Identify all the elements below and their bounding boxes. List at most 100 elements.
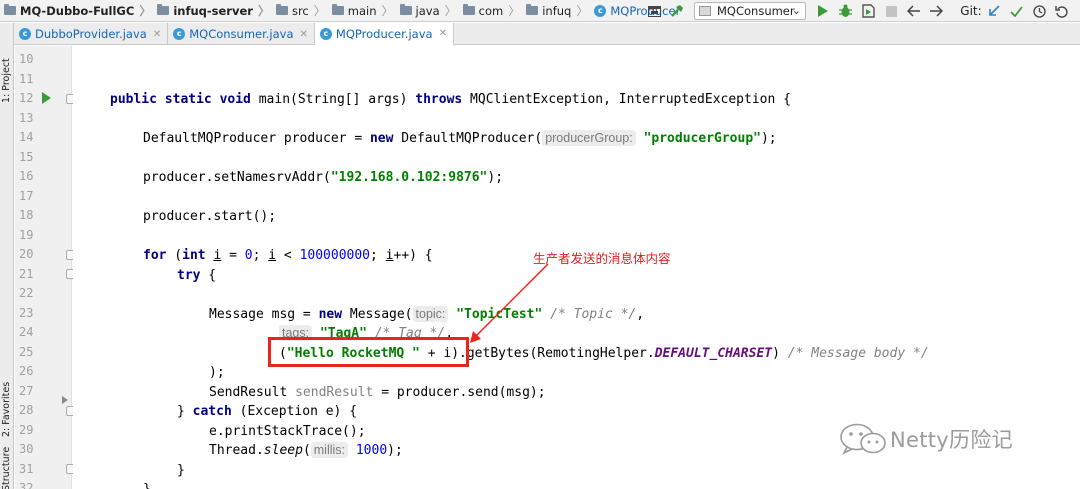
line-number: 17 [19,188,34,203]
tab-mq-consumer[interactable]: c MQConsumer.java ✕ [168,23,315,45]
navigation-bar: MQ-Dubbo-FullGC 〉 infuq-server 〉 src 〉 main… [0,0,1080,22]
run-configuration-select[interactable]: MQConsumer ⌄ [694,2,806,20]
code-line-26: ); [209,365,225,380]
class-icon: c [173,28,186,40]
breadcrumb-module[interactable]: infuq-server 〉 [153,0,272,22]
code-line-18: producer.start(); [143,209,277,224]
code-line-21: try { [177,267,217,283]
project-panel-tab[interactable]: 1: Project [1,31,13,103]
watermark: Netty历险记 [838,422,1013,456]
back-icon[interactable] [906,3,922,19]
folder-icon [275,4,288,15]
tab-dubbo-provider[interactable]: c DubboProvider.java ✕ [14,23,169,45]
tab-mq-producer[interactable]: c MQProducer.java ✕ [314,23,454,46]
chevron-right-icon: 〉 [313,4,326,18]
layout-icon[interactable] [647,3,661,19]
breadcrumb-folder-src[interactable]: src 〉 [272,0,328,22]
breadcrumb-folder-infuq[interactable]: infuq 〉 [522,0,590,22]
code-line-12: public static void main(String[] args) t… [110,92,791,107]
code-line-28: } catch (Exception e) { [177,404,358,419]
line-number: 19 [19,227,34,242]
line-number: 16 [19,169,34,183]
wechat-icon [840,423,886,455]
hammer-icon[interactable] [669,3,685,19]
code-line-30: Thread.sleep(millis: 1000); [209,442,403,458]
breadcrumb-folder-java[interactable]: java 〉 [396,0,459,22]
chevron-right-icon: 〉 [381,4,394,18]
line-number: 21 [19,266,34,281]
class-icon: c [19,28,31,40]
folder-icon [399,4,412,15]
code-line-31: } [177,462,185,478]
commit-icon[interactable] [1009,3,1023,19]
folder-icon [4,4,16,15]
code-line-14: DefaultMQProducer producer = new Default… [143,130,777,146]
history-icon[interactable] [1031,3,1047,19]
breadcrumb-folder-main[interactable]: main 〉 [328,0,396,22]
line-number: 26 [19,364,34,378]
chevron-right-icon: 〉 [444,4,457,18]
run-main-icon[interactable] [42,92,51,104]
close-icon[interactable]: ✕ [439,28,447,39]
annotation-label: 生产者发送的消息体内容 [533,251,671,266]
line-number: 18 [19,208,34,222]
coverage-icon[interactable] [860,3,876,19]
breadcrumb-folder-com[interactable]: com 〉 [459,0,523,22]
breadcrumb-project[interactable]: MQ-Dubbo-FullGC 〉 [0,0,153,22]
line-number: 24 [19,325,34,339]
folder-icon [462,4,475,15]
line-number: 27 [19,383,34,398]
chevron-right-icon: 〉 [508,4,521,18]
line-number: 14 [19,130,34,144]
highlight-box [268,337,469,367]
update-icon[interactable] [987,3,1001,19]
code-line-29: e.printStackTrace(); [209,423,366,439]
line-number: 15 [19,149,34,164]
chevron-right-icon: 〉 [257,4,270,18]
line-number: 23 [19,305,34,320]
param-hint: topic: [412,305,449,322]
param-hint: millis: [310,442,349,458]
line-number: 30 [19,442,34,456]
code-line-16: producer.setNamesrvAddr("192.168.0.102:9… [143,170,504,185]
line-number: 29 [19,422,34,437]
watermark-text: Netty历险记 [890,428,1013,452]
chevron-right-icon: 〉 [576,4,589,18]
favorites-panel-tab[interactable]: 2: Favorites [1,353,13,437]
line-number: 28 [19,403,34,417]
editor-tab-bar: c DubboProvider.java ✕ c MQConsumer.java ✕ c… [14,23,1080,46]
stop-icon[interactable] [884,3,898,19]
code-line-20: for (int i = 0; i < 100000000; i++) { [143,248,433,263]
code-line-32: } [143,480,151,489]
fold-marker-icon [62,396,68,404]
line-number: 32 [19,481,34,489]
code-line-23: Message msg = new Message(topic: "TopicT… [209,305,645,322]
debug-icon[interactable] [837,3,853,19]
chevron-down-icon: ⌄ [791,4,801,17]
class-icon: c [594,4,607,17]
rollback-icon[interactable] [1053,3,1069,19]
folder-icon [157,4,170,15]
param-hint: producerGroup: [542,130,636,146]
folder-icon [526,4,539,15]
line-number: 11 [19,71,34,86]
folder-icon [331,4,344,15]
tool-window-strip: 1: Project 2: Favorites Structure [0,23,14,489]
forward-icon[interactable] [928,3,944,19]
line-number: 25 [19,344,34,359]
code-line-27: SendResult sendResult = producer.send(ms… [209,384,546,400]
line-number: 10 [19,52,34,66]
run-icon[interactable] [815,3,829,19]
chevron-right-icon: 〉 [139,4,152,18]
class-icon: c [319,27,332,40]
close-icon[interactable]: ✕ [300,29,308,40]
close-icon[interactable]: ✕ [153,29,161,40]
line-number: 20 [19,247,34,261]
line-number: 22 [19,286,34,300]
line-number: 13 [19,110,34,125]
git-label: Git: [960,4,982,18]
editor-gutter[interactable]: 10 11 12 13 14 15 16 17 18 19 20 21 22 23 24 25 26 27 28 29… [15,46,76,489]
structure-panel-tab[interactable]: Structure [1,441,13,489]
line-number: 31 [19,461,34,476]
config-icon [699,6,711,16]
